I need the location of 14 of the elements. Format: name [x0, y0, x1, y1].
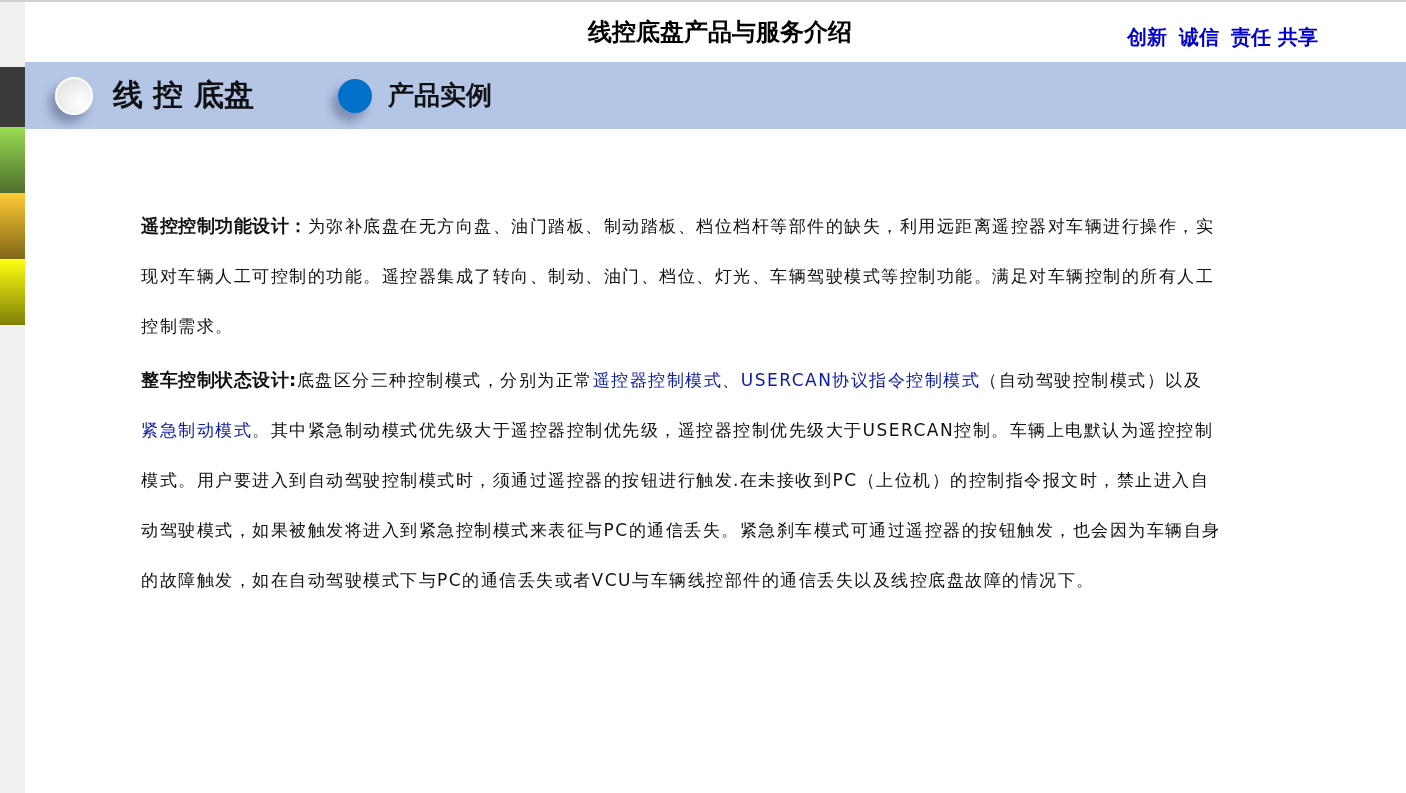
page-title: 线控底盘产品与服务介绍	[587, 17, 852, 48]
paragraph: 整车控制状态设计:底盘区分三种控制模式，分别为正常 遥控器控制模式、USERCAN协议指令控制模式（自动驾驶控制模式）以及 紧急制动模式。其中紧急制动模式优先级大于遥控器控制优先级，遥控器控制优先级大于USERCAN控制。车辆上电默认为遥控控制模式。用户要进入到自动驾驶控制模式时，须通过遥控器的按钮进行触发.在未接收到PC（上位机）的控制指令报文时，禁止进入自动驾驶模式，如果被触发将进入到紧急控制模式来表征与PC的通信丢失。紧急刹车模式可通过遥控器的按钮触发，也会因为车辆自身的故障触发，如在自动驾驶模式下与PC的通信丢失或者VCU与车辆线控部件的通信丢失以及线控底盘故障的情况下。	[141, 368, 1222, 592]
header-link[interactable]: 诚信	[1179, 24, 1220, 51]
header-link[interactable]: 创新	[1127, 24, 1168, 51]
side-tab[interactable]	[0, 193, 25, 259]
text-link[interactable]: 紧急制动模式	[141, 420, 252, 440]
circle-icon	[55, 76, 93, 115]
text-link[interactable]: 遥控器控制模式、USERCAN协议指令控制模式	[592, 370, 981, 390]
section-title: 线 控 底盘	[113, 76, 254, 114]
header-link[interactable]: 责任 共享	[1231, 24, 1318, 51]
side-tab[interactable]	[0, 127, 25, 193]
side-tab[interactable]	[0, 259, 25, 325]
paragraph: 遥控控制功能设计：为弥补底盘在无方向盘、油门踏板、制动踏板、档位档杆等部件的缺失，利用远距离遥控器对车辆进行操作，实现对车辆人工可控制的功能。遥控器集成了转向、制动、油门、档位、灯光、车辆驾驶模式等控制功能。满足对车辆控制的所有人工控制需求。	[141, 214, 1215, 338]
nav-tab[interactable]: 产品实例	[337, 78, 492, 113]
